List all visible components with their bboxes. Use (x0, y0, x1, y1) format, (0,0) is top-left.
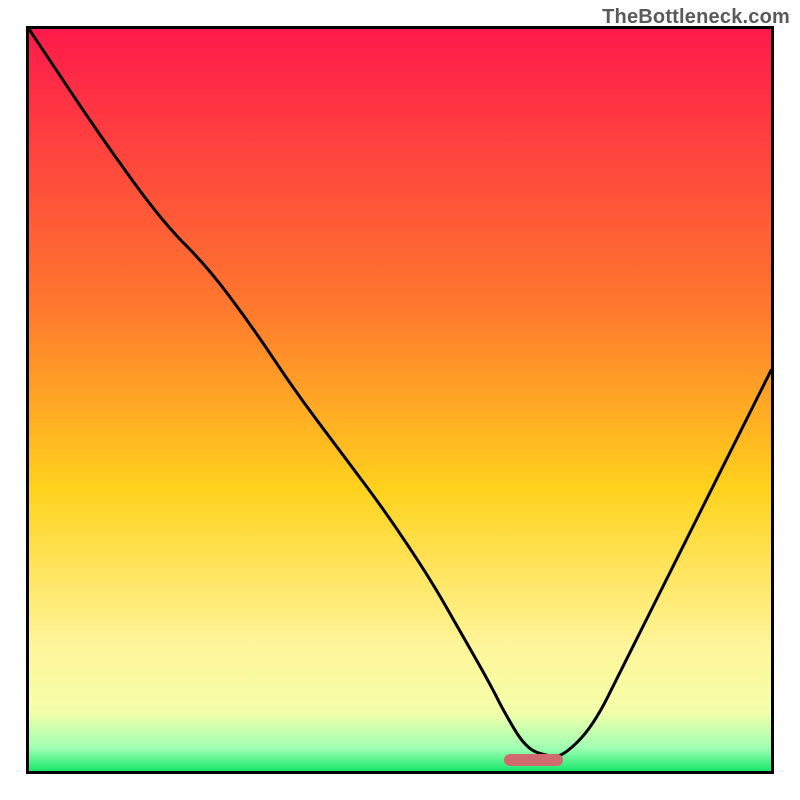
bottleneck-chart (29, 29, 771, 771)
optimal-range-marker (504, 754, 563, 766)
gradient-background (29, 29, 771, 771)
chart-plot-area (26, 26, 774, 774)
watermark-text: TheBottleneck.com (602, 6, 790, 29)
